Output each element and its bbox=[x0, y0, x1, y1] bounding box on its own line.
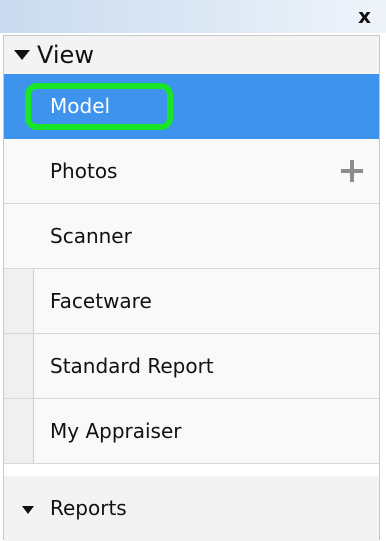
reports-section-header[interactable]: Reports bbox=[4, 476, 379, 541]
navigation-list: View Model Photos Scanner Facetware Stan… bbox=[3, 35, 380, 541]
plus-icon[interactable] bbox=[341, 160, 363, 182]
indent-bar bbox=[4, 399, 34, 463]
view-section-header[interactable]: View bbox=[4, 36, 379, 74]
triangle-down-icon bbox=[22, 506, 34, 514]
highlight-ring bbox=[25, 83, 173, 130]
nav-item-scanner[interactable]: Scanner bbox=[4, 204, 379, 269]
nav-item-facetware[interactable]: Facetware bbox=[4, 269, 379, 334]
triangle-down-icon bbox=[14, 50, 30, 60]
nav-item-photos[interactable]: Photos bbox=[4, 139, 379, 204]
nav-item-label: Standard Report bbox=[50, 354, 214, 378]
indent-bar bbox=[4, 269, 34, 333]
panel-title-bar: x bbox=[0, 0, 386, 33]
nav-item-label: Scanner bbox=[50, 224, 132, 248]
view-panel: x View Model Photos Scanner Facetware St… bbox=[0, 0, 386, 541]
nav-item-label: Photos bbox=[50, 159, 118, 183]
nav-item-standard-report[interactable]: Standard Report bbox=[4, 334, 379, 399]
nav-item-model[interactable]: Model bbox=[4, 74, 379, 139]
indent-bar bbox=[4, 334, 34, 398]
nav-item-label: My Appraiser bbox=[50, 419, 182, 443]
nav-item-label: Facetware bbox=[50, 289, 152, 313]
reports-section-label: Reports bbox=[50, 496, 127, 520]
nav-item-my-appraiser[interactable]: My Appraiser bbox=[4, 399, 379, 464]
close-icon[interactable]: x bbox=[358, 3, 371, 29]
view-section-label: View bbox=[37, 41, 94, 69]
